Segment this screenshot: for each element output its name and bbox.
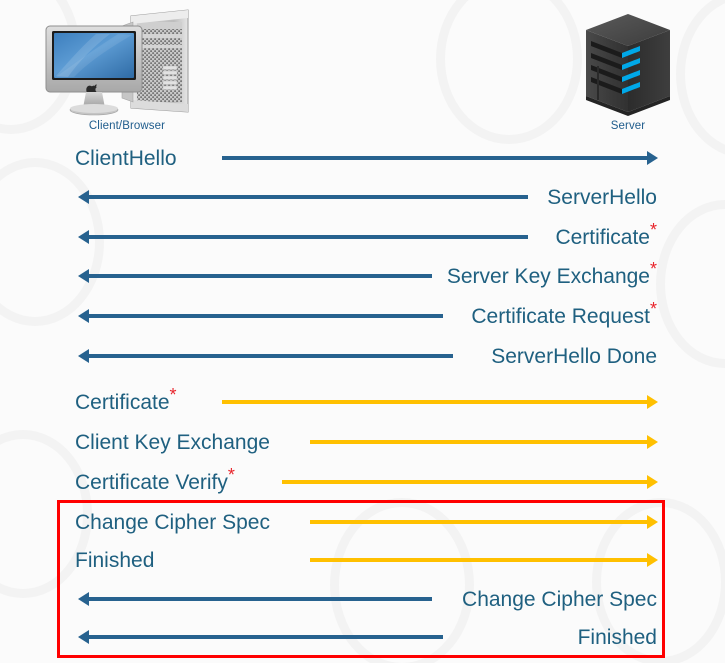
message-row: Certificate Verify* [0,462,725,502]
optional-asterisk: * [169,384,177,405]
tls-handshake-diagram: Client/Browser Server ClientHello Server… [0,0,725,663]
arrow-to-server [310,558,648,562]
server-node: Server [558,8,698,138]
message-row: Change Cipher Spec [0,579,725,619]
arrow-wrap [282,480,648,484]
message-row: Finished [0,540,725,580]
arrow-wrap [88,635,443,639]
message-row: Server Key Exchange* [0,256,725,296]
arrow-to-client [88,235,528,239]
optional-asterisk: * [649,298,657,319]
arrow-to-client [88,354,453,358]
arrow-to-server [282,480,648,484]
message-row: ServerHello Done [0,336,725,376]
optional-asterisk: * [649,219,657,240]
message-label: Certificate* [555,219,657,249]
arrow-wrap [88,354,453,358]
message-row: Change Cipher Spec [0,502,725,542]
server-label: Server [610,120,646,132]
message-label: Server Key Exchange* [446,258,657,288]
arrow-wrap [310,520,648,524]
client-label: Client/Browser [88,120,166,132]
arrow-to-client [88,314,443,318]
client-node: Client/Browser [36,8,208,138]
arrow-wrap [88,597,432,601]
arrow-to-server [310,520,648,524]
arrow-to-client [88,635,443,639]
arrow-wrap [88,235,528,239]
optional-asterisk: * [649,258,657,279]
arrow-wrap [310,558,648,562]
arrow-wrap [310,440,648,444]
arrow-to-server [310,440,648,444]
message-label: Finished [75,548,155,572]
arrow-to-server [222,400,648,404]
message-label: Client Key Exchange [75,430,270,454]
arrow-to-client [88,195,528,199]
arrow-to-server [222,156,648,160]
message-row: Certificate Request* [0,296,725,336]
message-label: Certificate* [75,384,177,414]
optional-asterisk: * [227,464,235,485]
arrow-wrap [88,195,528,199]
message-label: Change Cipher Spec [462,587,657,611]
arrow-wrap [222,156,648,160]
message-row: Certificate* [0,382,725,422]
desktop-computer-icon [45,9,189,116]
message-row: Client Key Exchange [0,422,725,462]
arrow-wrap [88,274,432,278]
message-label: Finished [577,625,657,649]
arrow-wrap [222,400,648,404]
message-row: Certificate* [0,217,725,257]
message-row: ServerHello [0,177,725,217]
message-row: ClientHello [0,138,725,178]
message-label: Certificate Verify* [75,464,235,494]
message-row: Finished [0,617,725,657]
message-label: ClientHello [75,146,177,170]
server-tower-icon [586,14,670,116]
arrow-to-client [88,274,432,278]
message-label: Certificate Request* [471,298,657,328]
message-label: ServerHello Done [491,344,657,368]
message-label: Change Cipher Spec [75,510,270,534]
arrow-to-client [88,597,432,601]
message-label: ServerHello [547,185,657,209]
arrow-wrap [88,314,443,318]
